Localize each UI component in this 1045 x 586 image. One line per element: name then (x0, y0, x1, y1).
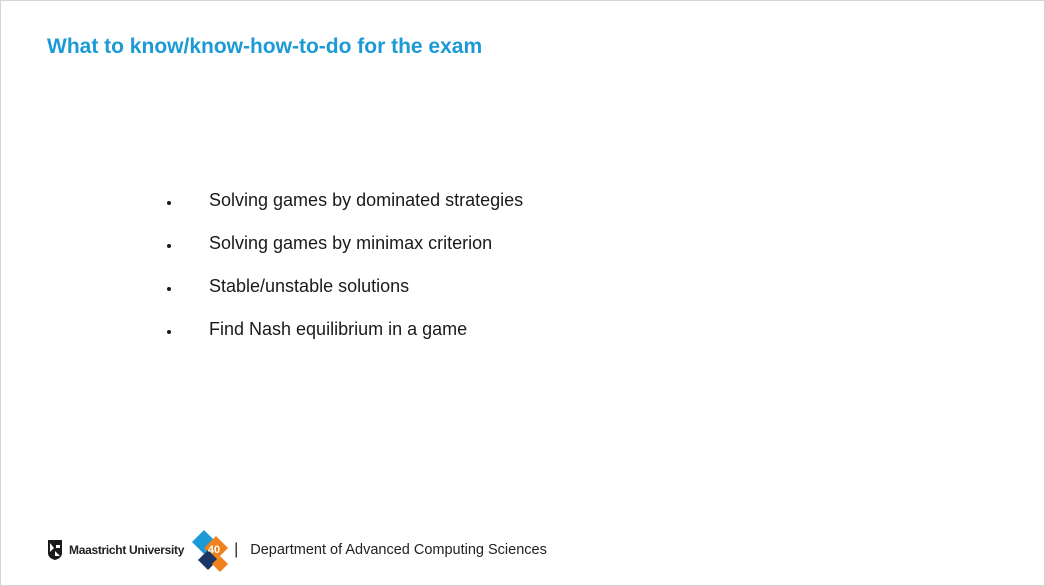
bullet-item: Stable/unstable solutions (167, 265, 523, 308)
bullet-text: Solving games by dominated strategies (209, 190, 524, 210)
slide: What to know/know-how-to-do for the exam… (0, 0, 1045, 586)
bullet-text: Find Nash equilibrium in a game (209, 319, 468, 339)
bullet-text: Stable/unstable solutions (209, 276, 410, 296)
department-name: Department of Advanced Computing Science… (250, 542, 547, 558)
slide-footer: Maastricht University 40 | Department of… (47, 528, 547, 572)
anniversary-logo-icon: 40 (192, 530, 229, 572)
university-shield-icon (48, 540, 62, 560)
bullet-dot-icon (167, 286, 171, 291)
university-logo: Maastricht University (47, 539, 184, 561)
bullet-dot-icon (167, 200, 171, 205)
bullet-item: Find Nash equilibrium in a game (167, 308, 523, 351)
bullet-list: Solving games by dominated strategies So… (167, 179, 523, 351)
anniversary-number: 40 (208, 544, 220, 556)
university-name: Maastricht University (69, 543, 185, 557)
bullet-text: Solving games by minimax criterion (209, 233, 493, 253)
bullet-item: Solving games by dominated strategies (167, 179, 523, 222)
bullet-item: Solving games by minimax criterion (167, 222, 523, 265)
bullet-dot-icon (167, 329, 171, 334)
bullet-dot-icon (167, 243, 171, 248)
footer-divider: | (234, 541, 239, 558)
slide-title: What to know/know-how-to-do for the exam (47, 35, 483, 58)
